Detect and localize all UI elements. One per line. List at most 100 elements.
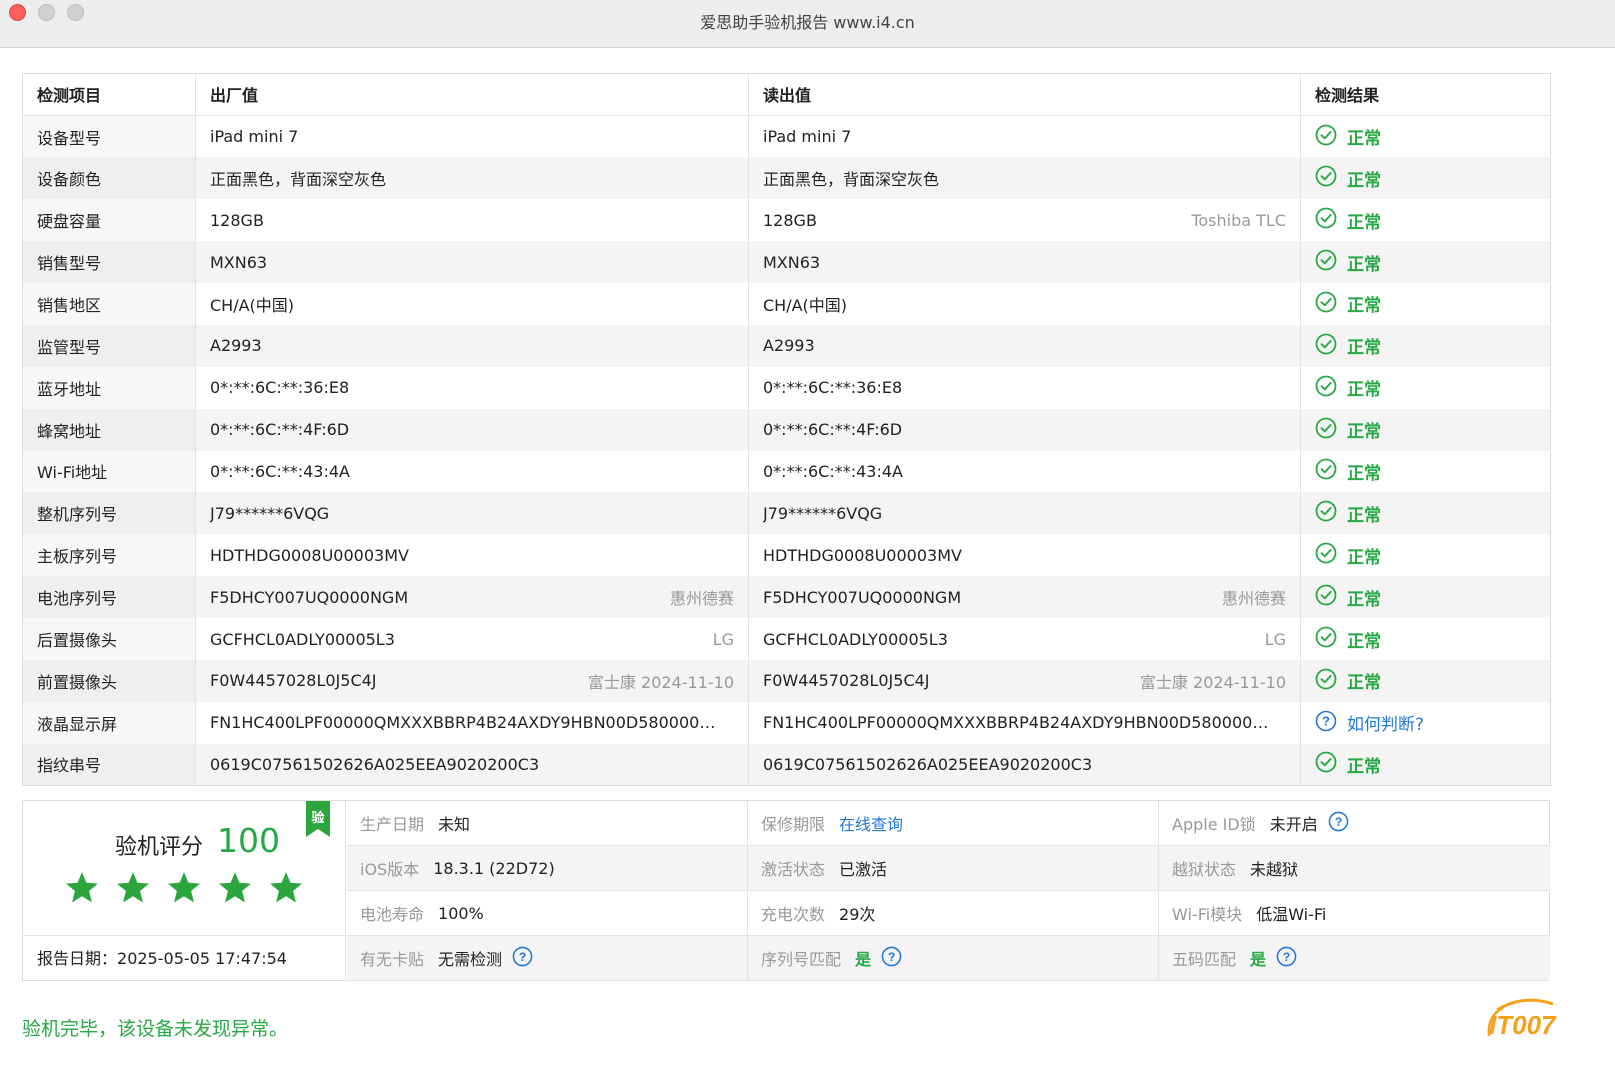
help-question-icon[interactable]: ? — [1328, 811, 1349, 836]
info-cell: 序列号匹配是? — [748, 936, 1159, 981]
how-to-judge-link[interactable]: 如何判断? — [1347, 710, 1424, 735]
summary-panel: 验 验机评分 100 报告日期：2025-05-05 17:47:54 生产日期… — [22, 800, 1550, 981]
check-ok-icon — [1315, 458, 1337, 484]
read-value-cell: FN1HC400LPF00000QMXXXBBRP4B24AXDY9HBN00D… — [748, 701, 1301, 744]
info-cell: Wi-Fi模块 低温Wi-Fi — [1159, 891, 1550, 936]
factory-value: 正面黑色，背面深空灰色 — [210, 170, 387, 190]
check-ok-icon — [1315, 584, 1337, 610]
info-cell: Apple ID锁 未开启? — [1159, 801, 1550, 846]
read-value-cell: MXN63 — [748, 241, 1301, 283]
factory-value: MXN63 — [210, 252, 268, 272]
table-row: 主板序列号 HDTHDG0008U00003MV HDTHDG0008U00003M… — [22, 534, 1551, 577]
result-text: 正常 — [1347, 589, 1381, 610]
verified-badge-label: 验 — [311, 811, 325, 826]
result-text: 正常 — [1347, 547, 1381, 568]
factory-value-cell: FN1HC400LPF00000QMXXXBBRP4B24AXDY9HBN00D… — [195, 701, 749, 744]
info-cell: 充电次数 29次 — [748, 891, 1159, 936]
result-text: 正常 — [1347, 380, 1381, 401]
table-row: 后置摄像头 GCFHCL0ADLY00005L3 LG GCFHCL0ADLY0000… — [22, 618, 1551, 660]
info-row: 有无卡贴 无需检测? 序列号匹配是? 五码匹配是? — [347, 936, 1550, 981]
factory-value-cell: MXN63 — [195, 241, 749, 283]
factory-value: 0*:**:6C:**:4F:6D — [210, 420, 350, 440]
factory-vendor: 富士康 2024-11-10 — [587, 672, 734, 692]
result-cell: 正常 — [1300, 324, 1551, 367]
read-value-cell: GCFHCL0ADLY00005L3 LG — [748, 618, 1301, 660]
check-ok-icon — [1315, 542, 1337, 568]
help-question-icon[interactable]: ? — [1315, 710, 1337, 736]
help-question-icon[interactable]: ? — [512, 946, 533, 971]
item-name: 硬盘容量 — [22, 199, 196, 242]
table-row: 蜂窝地址 0*:**:6C:**:4F:6D 0*:**:6C:**:4F:6D 正常 — [22, 408, 1551, 451]
info-value: 低温Wi-Fi — [1256, 905, 1327, 924]
window-title: 爱思助手验机报告 www.i4.cn — [700, 13, 915, 32]
item-name: 设备颜色 — [22, 157, 196, 200]
result-message: 验机完毕，该设备未发现异常。 — [22, 1018, 289, 1040]
result-cell: 正常 — [1301, 618, 1551, 660]
factory-value: F5DHCY007UQ0000NGM — [210, 587, 409, 607]
table-row: 设备型号 iPad mini 7 iPad mini 7 正常 — [22, 115, 1551, 158]
factory-value-cell: 0*:**:6C:**:43:4A — [195, 450, 749, 493]
item-name: 设备型号 — [22, 115, 196, 158]
factory-value: F0W4457028L0J5C4J — [210, 671, 377, 691]
info-value: 已激活 — [839, 860, 888, 879]
help-question-icon[interactable]: ? — [881, 946, 902, 971]
result-cell: 正常 — [1301, 199, 1551, 241]
read-value: GCFHCL0ADLY00005L3 — [763, 629, 948, 649]
info-value: 是 — [1250, 950, 1267, 969]
factory-value: A2993 — [210, 336, 262, 356]
read-value-cell: HDTHDG0008U00003MV — [748, 534, 1301, 577]
check-ok-icon — [1315, 375, 1337, 401]
info-value: 未知 — [438, 815, 471, 834]
result-text: 正常 — [1347, 212, 1381, 233]
check-ok-icon — [1315, 207, 1337, 233]
info-row: 电池寿命 100% 充电次数 29次 Wi-Fi模块 低温Wi-Fi — [347, 891, 1550, 936]
warranty-online-query-link[interactable]: 在线查询 — [839, 811, 903, 835]
table-row: 销售型号 MXN63 MXN63 正常 — [22, 241, 1551, 283]
table-row: 前置摄像头 F0W4457028L0J5C4J 富士康 2024-11-10 F0W4… — [22, 659, 1551, 702]
factory-value-cell: CH/A(中国) — [195, 282, 749, 325]
check-ok-icon — [1315, 626, 1337, 652]
result-cell: 正常 — [1300, 492, 1551, 535]
read-value: 128GB — [763, 210, 817, 230]
item-name: 销售地区 — [22, 282, 196, 325]
result-cell: 正常 — [1301, 534, 1551, 576]
info-cell: 有无卡贴 无需检测? — [347, 936, 748, 981]
factory-value-cell: 0*:**:6C:**:4F:6D — [195, 408, 749, 451]
header-result: 检测结果 — [1300, 73, 1551, 116]
check-ok-icon — [1315, 668, 1337, 694]
read-value: CH/A(中国) — [763, 295, 848, 315]
result-text: 正常 — [1347, 422, 1381, 443]
item-name: 销售型号 — [22, 241, 196, 283]
info-label: Apple ID锁 — [1172, 815, 1256, 834]
read-value: iPad mini 7 — [763, 127, 852, 147]
header-factory: 出厂值 — [195, 73, 749, 116]
factory-value-cell: HDTHDG0008U00003MV — [195, 534, 749, 577]
header-item: 检测项目 — [22, 73, 196, 116]
factory-vendor: LG — [712, 629, 734, 649]
info-label: 保修期限 — [761, 815, 826, 834]
read-value: 正面黑色，背面深空灰色 — [763, 170, 940, 190]
svg-text:?: ? — [1322, 713, 1330, 728]
read-vendor: LG — [1264, 629, 1286, 649]
table-row: 硬盘容量 128GB 128GB Toshiba TLC 正常 — [22, 199, 1551, 242]
factory-value: 0*:**:6C:**:36:E8 — [210, 378, 350, 398]
read-vendor: 富士康 2024-11-10 — [1139, 672, 1286, 692]
info-label: 电池寿命 — [360, 905, 425, 924]
info-label: iOS版本 — [360, 860, 420, 879]
help-question-icon[interactable]: ? — [1276, 946, 1297, 971]
read-value-cell: 0619C07561502626A025EEA9020200C3 — [748, 743, 1301, 786]
info-value: 100% — [438, 903, 484, 923]
read-vendor: 惠州德赛 — [1221, 589, 1286, 609]
info-value: 29次 — [839, 905, 876, 924]
read-value-cell: 0*:**:6C:**:36:E8 — [748, 366, 1301, 409]
result-text: 正常 — [1347, 631, 1381, 652]
read-value-cell: F5DHCY007UQ0000NGM 惠州德赛 — [748, 576, 1301, 619]
factory-value-cell: GCFHCL0ADLY00005L3 LG — [195, 618, 749, 660]
star-icon — [269, 871, 303, 909]
table-row: 销售地区 CH/A(中国) CH/A(中国) 正常 — [22, 282, 1551, 325]
read-value: MXN63 — [763, 252, 821, 272]
check-ok-icon — [1315, 249, 1337, 275]
check-ok-icon — [1315, 333, 1337, 359]
item-name: 监管型号 — [22, 324, 196, 367]
factory-value-cell: A2993 — [195, 324, 749, 367]
